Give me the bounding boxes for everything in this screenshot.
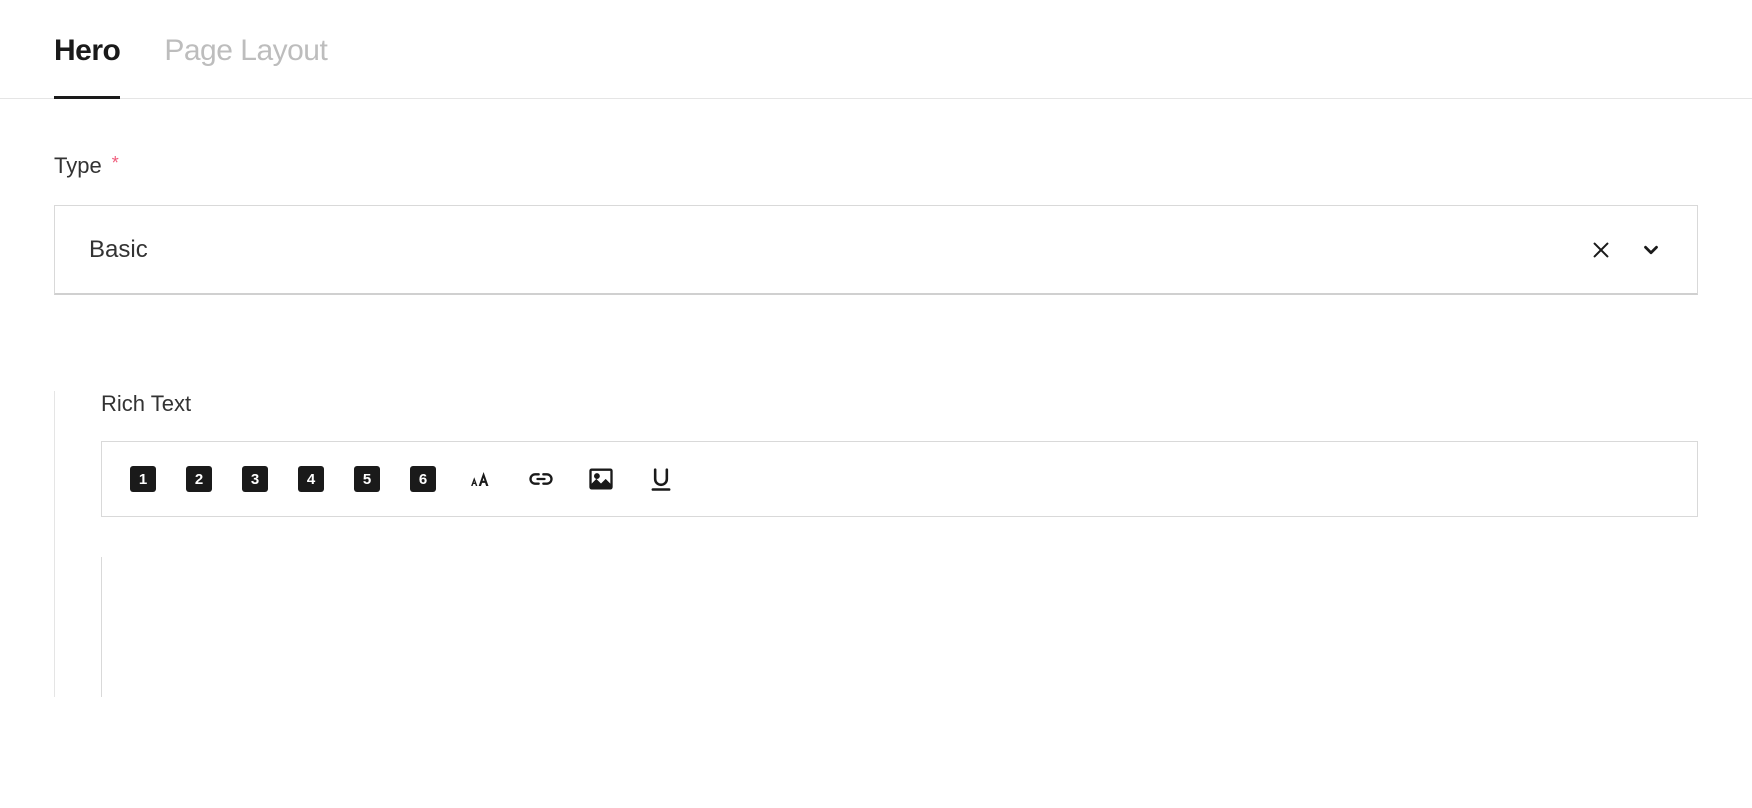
rich-text-editor[interactable]	[101, 557, 1698, 697]
heading-1-button[interactable]: 1	[130, 466, 156, 492]
heading-4-button[interactable]: 4	[298, 466, 324, 492]
image-icon[interactable]	[586, 464, 616, 494]
tab-label: Page Layout	[164, 34, 327, 67]
type-field-label: Type *	[54, 153, 1698, 179]
rich-text-section: Rich Text 1 2 3 4 5 6	[54, 391, 1698, 697]
tab-label: Hero	[54, 34, 120, 67]
tab-hero[interactable]: Hero	[54, 34, 120, 98]
chevron-down-icon[interactable]	[1639, 238, 1663, 262]
heading-5-button[interactable]: 5	[354, 466, 380, 492]
link-icon[interactable]	[526, 464, 556, 494]
tab-page-layout[interactable]: Page Layout	[164, 34, 327, 98]
heading-3-button[interactable]: 3	[242, 466, 268, 492]
type-select-icons	[1589, 238, 1663, 262]
underline-icon[interactable]	[646, 464, 676, 494]
tabs-bar: Hero Page Layout	[0, 0, 1752, 99]
heading-6-button[interactable]: 6	[410, 466, 436, 492]
rich-text-label: Rich Text	[101, 391, 1698, 417]
form-area: Type * Basic Rich Text 1 2 3 4	[0, 99, 1752, 697]
required-asterisk-icon: *	[112, 153, 119, 174]
label-text: Type	[54, 153, 102, 179]
heading-2-button[interactable]: 2	[186, 466, 212, 492]
type-select-value: Basic	[89, 236, 1589, 264]
text-size-icon[interactable]	[466, 464, 496, 494]
type-select[interactable]: Basic	[54, 205, 1698, 295]
rich-text-toolbar: 1 2 3 4 5 6	[101, 441, 1698, 517]
clear-icon[interactable]	[1589, 238, 1613, 262]
